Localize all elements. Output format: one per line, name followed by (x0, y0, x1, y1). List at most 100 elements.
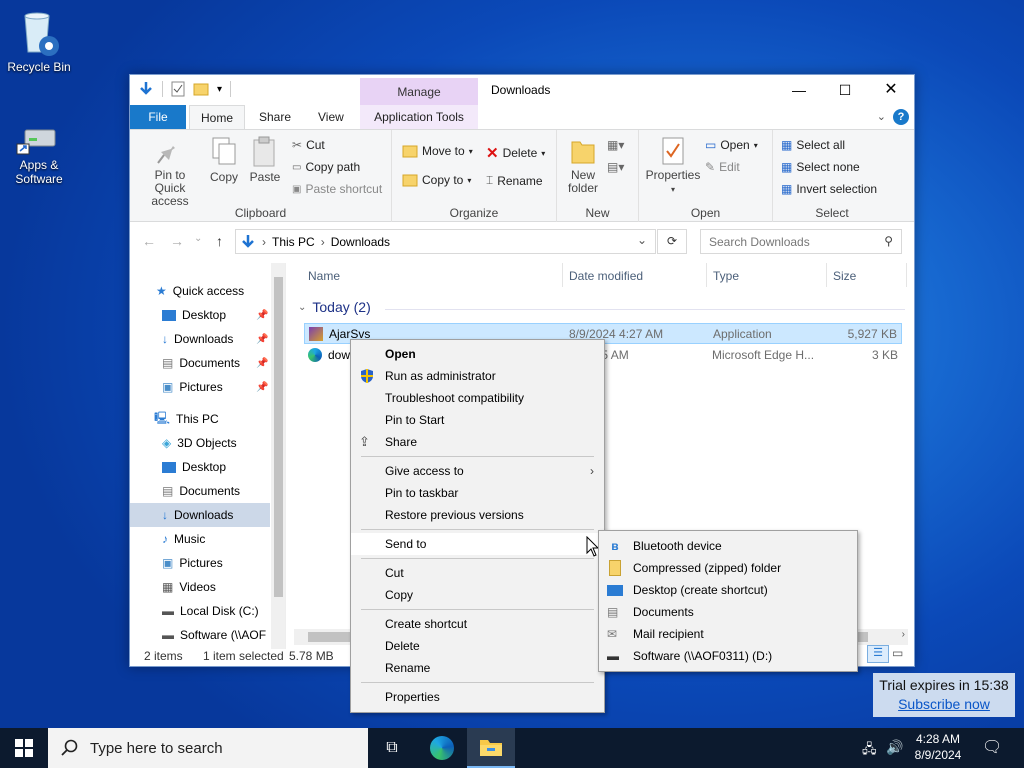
column-name[interactable]: Name (308, 269, 340, 283)
recent-chevron-icon[interactable]: ⌄ (194, 233, 202, 244)
expand-ribbon-icon[interactable]: ⌄ (877, 110, 886, 123)
tab-share[interactable]: Share (248, 105, 302, 129)
nav-software-drive[interactable]: ▬ Software (\\AOF (130, 623, 270, 647)
task-view-button[interactable]: ⧉ (368, 728, 416, 768)
column-date-modified[interactable]: Date modified (569, 269, 643, 283)
volume-icon[interactable]: 🔊 (886, 739, 903, 756)
large-icons-view-icon[interactable]: ▭ (892, 646, 903, 660)
menu-pin-to-taskbar[interactable]: Pin to taskbar (351, 482, 604, 504)
nav-desktop[interactable]: Desktop (130, 455, 270, 479)
select-all-button[interactable]: ▦ Select all (781, 138, 845, 152)
menu-share[interactable]: ⇪ Share (351, 431, 604, 453)
paste-shortcut-button[interactable]: ▣ Paste shortcut (292, 182, 382, 196)
paste-button[interactable]: Paste (246, 136, 284, 184)
tab-file[interactable]: File (130, 105, 186, 129)
menu-copy[interactable]: Copy (351, 584, 604, 606)
notifications-icon[interactable]: 🗨 (982, 737, 1002, 757)
nav-quick-pictures[interactable]: ▣ Pictures 📌 (130, 375, 270, 399)
menu-pin-to-start[interactable]: Pin to Start (351, 409, 604, 431)
nav-quick-downloads[interactable]: ↓ Downloads 📌 (130, 327, 270, 351)
group-header-today[interactable]: ⌄ Today (2) (298, 299, 371, 315)
copy-button[interactable]: Copy (206, 136, 242, 184)
menu-send-to[interactable]: Send to› (351, 533, 604, 555)
menu-rename[interactable]: Rename (351, 657, 604, 679)
copy-to-button[interactable]: Copy to ▾ (402, 173, 471, 187)
menu-restore-previous-versions[interactable]: Restore previous versions (351, 504, 604, 526)
column-type[interactable]: Type (713, 269, 739, 283)
select-none-button[interactable]: ▦ Select none (781, 160, 860, 174)
address-input[interactable]: › This PC › Downloads ⌄ (235, 229, 656, 254)
invert-selection-button[interactable]: ▦ Invert selection (781, 182, 877, 196)
nav-downloads[interactable]: ↓ Downloads (130, 503, 270, 527)
menu-give-access-to[interactable]: Give access to › (351, 460, 604, 482)
start-button[interactable] (0, 728, 48, 768)
recycle-bin-desktop-icon[interactable]: Recycle Bin (1, 8, 77, 74)
file-explorer-taskbar-button[interactable] (467, 728, 515, 768)
pin-quick-access-button[interactable]: Pin to Quick access (136, 136, 204, 208)
nav-3d-objects[interactable]: ◈ 3D Objects (130, 431, 270, 455)
move-to-button[interactable]: Move to ▾ (402, 144, 473, 158)
cut-button[interactable]: ✂ Cut (292, 138, 325, 152)
nav-local-disk[interactable]: ▬ Local Disk (C:) (130, 599, 270, 623)
manage-context-tab[interactable]: Manage (360, 78, 478, 105)
menu-open[interactable]: Open (351, 343, 604, 365)
minimize-button[interactable]: — (776, 75, 822, 105)
close-button[interactable]: ✕ (868, 75, 914, 105)
nav-videos[interactable]: ▦ Videos (130, 575, 270, 599)
tab-home[interactable]: Home (189, 105, 246, 129)
clock[interactable]: 4:28 AM 8/9/2024 (908, 731, 968, 763)
new-folder-button[interactable]: New folder (561, 136, 605, 195)
rename-button[interactable]: ⌶ Rename (486, 173, 543, 188)
sendto-mail-recipient[interactable]: ✉ Mail recipient (599, 623, 857, 645)
copy-path-button[interactable]: ▭ Copy path (292, 160, 360, 174)
new-folder-icon[interactable] (193, 81, 209, 97)
nav-documents[interactable]: ▤ Documents (130, 479, 270, 503)
open-button[interactable]: ▭ Open ▾ (705, 138, 758, 152)
refresh-button[interactable]: ⟳ (657, 229, 687, 254)
sendto-software-drive[interactable]: ▬ Software (\\AOF0311) (D:) (599, 645, 857, 667)
edge-taskbar-button[interactable] (418, 728, 466, 768)
apps-software-desktop-icon[interactable]: Apps & Software (1, 120, 77, 186)
easy-access-icon[interactable]: ▤▾ (607, 160, 624, 174)
help-icon[interactable]: ? (893, 109, 909, 125)
nav-this-pc[interactable]: 🖳 This PC (130, 407, 270, 431)
back-arrow-icon[interactable]: ← (142, 233, 156, 249)
download-arrow-icon[interactable] (138, 81, 154, 97)
maximize-button[interactable]: ☐ (822, 75, 868, 105)
breadcrumb-this-pc[interactable]: This PC (272, 235, 315, 249)
details-view-icon[interactable]: ☰ (867, 645, 889, 663)
nav-pictures[interactable]: ▣ Pictures (130, 551, 270, 575)
sendto-bluetooth[interactable]: ʙ Bluetooth device (599, 535, 857, 557)
menu-delete[interactable]: Delete (351, 635, 604, 657)
menu-troubleshoot-compatibility[interactable]: Troubleshoot compatibility (351, 387, 604, 409)
nav-quick-documents[interactable]: ▤ Documents 📌 (130, 351, 270, 375)
taskbar-search-input[interactable]: Type here to search (48, 728, 368, 768)
column-size[interactable]: Size (833, 269, 856, 283)
new-item-icon[interactable]: ▦▾ (607, 138, 624, 152)
nav-scroll-thumb[interactable] (274, 277, 283, 597)
subscribe-now-link[interactable]: Subscribe now (898, 696, 990, 712)
scroll-right-icon[interactable]: › (902, 629, 905, 640)
menu-cut[interactable]: Cut (351, 562, 604, 584)
nav-quick-desktop[interactable]: Desktop 📌 (130, 303, 270, 327)
menu-run-as-administrator[interactable]: Run as administrator (351, 365, 604, 387)
properties-check-icon[interactable] (171, 81, 185, 97)
nav-music[interactable]: ♪ Music (130, 527, 270, 551)
delete-button[interactable]: ✕ Delete ▾ (486, 144, 545, 162)
nav-quick-access[interactable]: ★ Quick access (130, 279, 270, 303)
network-icon[interactable]: 🖧 (862, 740, 877, 762)
customize-toolbar-icon[interactable]: ▾ (217, 84, 222, 95)
sendto-documents[interactable]: ▤ Documents (599, 601, 857, 623)
search-input[interactable]: Search Downloads ⚲ (700, 229, 902, 254)
up-arrow-icon[interactable]: ↑ (216, 233, 223, 249)
properties-button[interactable]: Properties ▾ (643, 136, 703, 196)
sendto-compressed-folder[interactable]: Compressed (zipped) folder (599, 557, 857, 579)
sendto-desktop-shortcut[interactable]: Desktop (create shortcut) (599, 579, 857, 601)
breadcrumb-downloads[interactable]: Downloads (331, 235, 390, 249)
address-dropdown-icon[interactable]: ⌄ (637, 233, 647, 247)
menu-create-shortcut[interactable]: Create shortcut (351, 613, 604, 635)
tab-view[interactable]: View (307, 105, 355, 129)
forward-arrow-icon[interactable]: → (170, 233, 184, 249)
tab-application-tools[interactable]: Application Tools (360, 105, 478, 129)
menu-properties[interactable]: Properties (351, 686, 604, 708)
